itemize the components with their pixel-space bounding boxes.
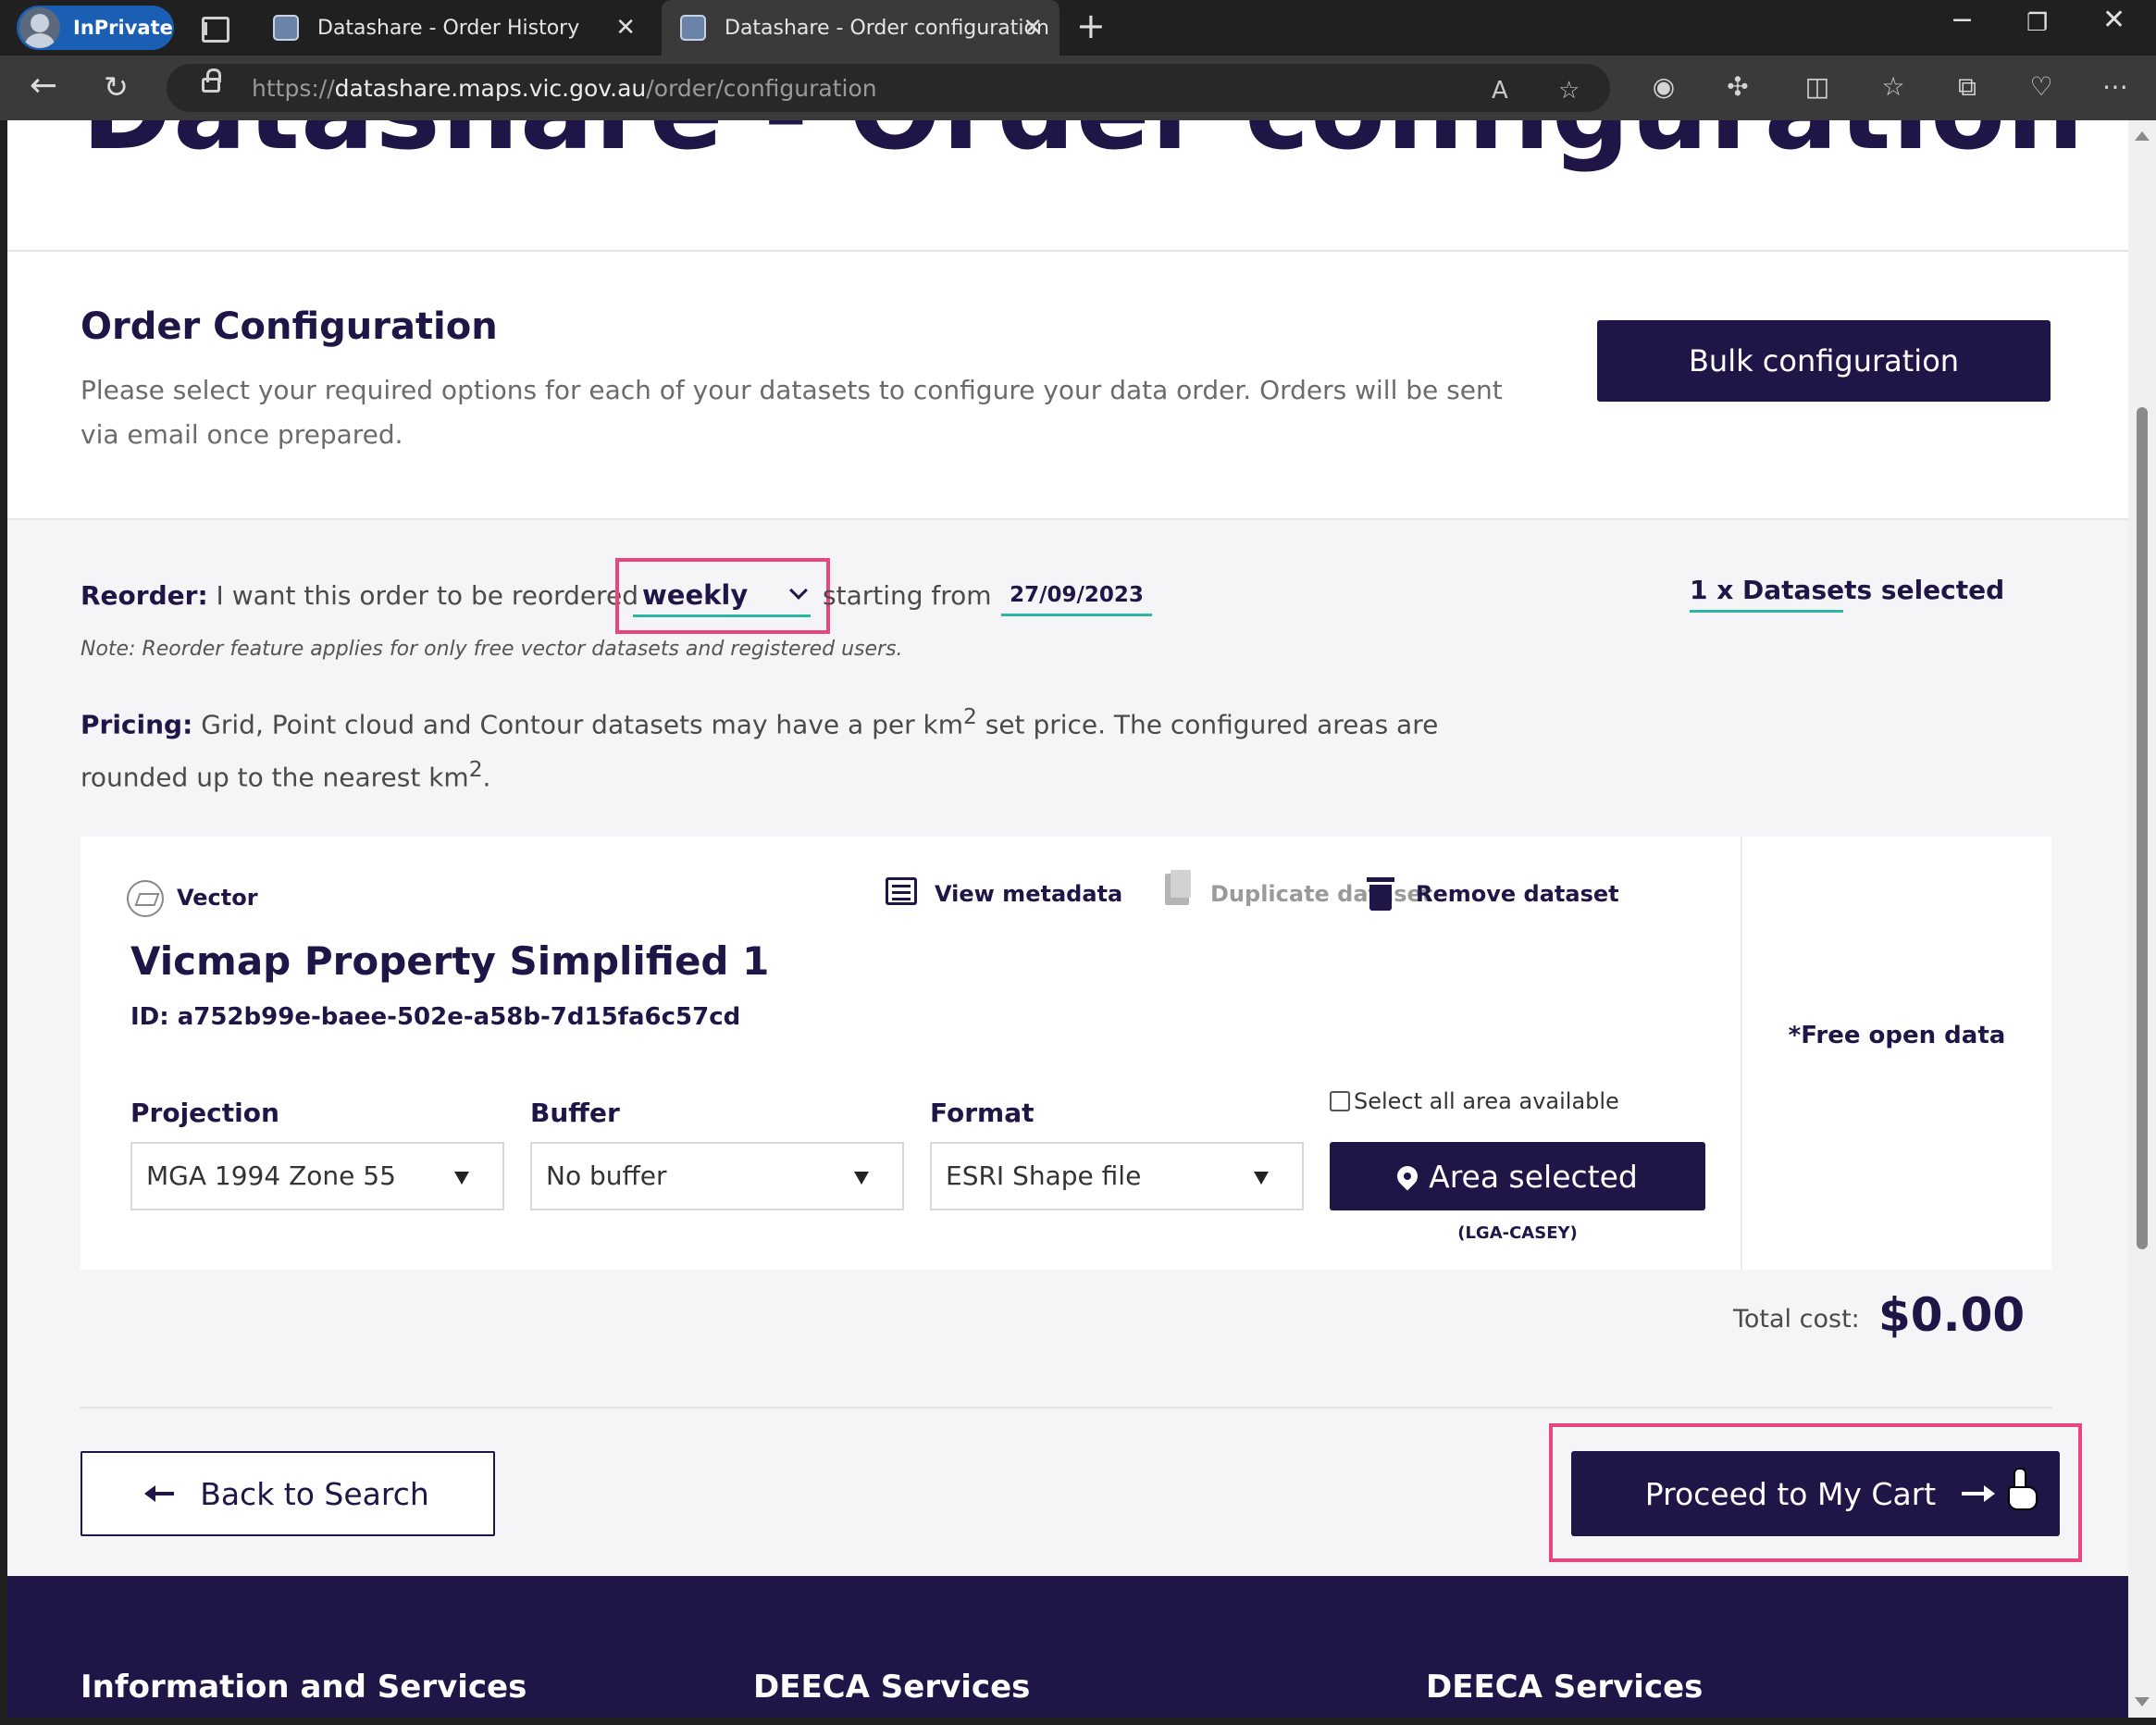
site-footer: Information and Services DEECA Services …	[7, 1576, 2128, 1718]
bulk-configuration-button[interactable]: Bulk configuration	[1597, 320, 2051, 402]
datasets-selected-link[interactable]: 1 x Datasets selected	[1690, 575, 2004, 613]
price-note: *Free open data	[1788, 1022, 2006, 1049]
dropdown-arrow-icon	[454, 1172, 469, 1185]
new-tab-icon[interactable]: +	[1076, 6, 1106, 46]
projection-label: Projection	[130, 1098, 279, 1128]
extensions-icon[interactable]: ✣	[1723, 72, 1753, 102]
favorites-icon[interactable]: ☆	[1878, 72, 1908, 102]
select-all-area-label: Select all area available	[1354, 1088, 1619, 1114]
dropdown-arrow-icon	[1254, 1172, 1269, 1185]
back-to-search-button[interactable]: Back to Search	[81, 1451, 495, 1536]
restore-icon[interactable]: ❐	[2026, 9, 2048, 37]
proceed-to-cart-button[interactable]: Proceed to My Cart	[1571, 1451, 2060, 1536]
tab-title: Datashare - Order configuration	[725, 16, 1049, 40]
profile-avatar-icon	[19, 7, 60, 48]
datashare-favicon-icon	[680, 15, 706, 41]
footer-heading-information: Information and Services	[81, 1669, 527, 1706]
dataset-id: ID: a752b99e-baee-502e-a58b-7d15fa6c57cd	[130, 1003, 741, 1031]
dataset-title: Vicmap Property Simplified 1	[130, 938, 770, 984]
dataset-card: Vector View metadata Duplicate dataset R…	[81, 837, 2051, 1270]
collections-icon[interactable]: ⧉	[1952, 72, 1982, 102]
map-pin-icon	[1393, 1161, 1422, 1191]
section-title: Order Configuration	[81, 305, 498, 348]
reorder-text: Reorder: I want this order to be reorder…	[81, 580, 639, 611]
pricing-text: Pricing: Grid, Point cloud and Contour d…	[81, 703, 1439, 793]
frequency-value: weekly	[642, 579, 749, 611]
total-cost-label: Total cost:	[1733, 1305, 1860, 1334]
lock-icon[interactable]	[202, 68, 221, 93]
buffer-select[interactable]: No buffer	[530, 1142, 904, 1210]
more-options-icon[interactable]: ⋯	[2100, 72, 2130, 102]
chevron-down-icon	[789, 581, 808, 600]
footer-heading-deeca-2: DEECA Services	[1426, 1669, 1704, 1706]
tab-order-history[interactable]: Datashare - Order History ✕	[254, 0, 652, 56]
arrow-left-icon	[144, 1485, 175, 1502]
back-button-label: Back to Search	[200, 1475, 429, 1512]
url-text[interactable]: https://datashare.maps.vic.gov.au/order/…	[252, 75, 877, 102]
url-bar[interactable]: https://datashare.maps.vic.gov.au/order/…	[167, 64, 1610, 112]
vector-icon	[127, 880, 164, 917]
scroll-up-icon[interactable]	[2135, 131, 2150, 141]
format-value: ESRI Shape file	[946, 1160, 1142, 1191]
area-selected-button[interactable]: Area selected	[1330, 1142, 1705, 1210]
buffer-value: No buffer	[546, 1160, 667, 1191]
inprivate-label: InPrivate	[73, 17, 173, 39]
footer-heading-deeca: DEECA Services	[753, 1669, 1031, 1706]
select-all-area-row[interactable]: Select all area available	[1330, 1088, 1619, 1114]
select-all-area-checkbox[interactable]	[1330, 1091, 1350, 1111]
card-divider	[1741, 837, 1742, 1270]
minimize-icon[interactable]: −	[1951, 4, 1974, 36]
password-manager-icon[interactable]: ◉	[1649, 72, 1679, 102]
start-date-field[interactable]: 27/09/2023	[1001, 583, 1152, 616]
buffer-label: Buffer	[530, 1098, 620, 1128]
window-close-icon[interactable]: ✕	[2102, 4, 2125, 36]
back-arrow-icon[interactable]: ←	[30, 67, 57, 105]
inprivate-badge[interactable]: InPrivate	[17, 6, 174, 50]
format-label: Format	[930, 1098, 1035, 1128]
refresh-icon[interactable]: ↻	[104, 69, 129, 105]
total-cost-value: $0.00	[1878, 1288, 2026, 1342]
close-tab-icon[interactable]: ✕	[615, 14, 636, 42]
web-page: Datashare - Order configuration Order Co…	[7, 120, 2128, 1718]
browser-tab-bar: InPrivate Datashare - Order History ✕ Da…	[0, 0, 2156, 56]
format-select[interactable]: ESRI Shape file	[930, 1142, 1304, 1210]
datashare-favicon-icon	[273, 15, 299, 41]
page-scrollbar[interactable]	[2128, 120, 2156, 1718]
favorite-star-icon[interactable]: ☆	[1558, 77, 1580, 105]
scroll-down-icon[interactable]	[2135, 1697, 2150, 1706]
page-title: Datashare - Order configuration	[81, 120, 2085, 174]
tab-actions-icon[interactable]	[199, 13, 229, 43]
trash-icon[interactable]	[1367, 877, 1394, 911]
hand-cursor-icon	[2008, 1468, 2038, 1510]
duplicate-dataset-button[interactable]: Duplicate dataset	[1210, 881, 1432, 907]
duplicate-icon	[1165, 870, 1191, 905]
arrow-right-icon	[1962, 1485, 1996, 1502]
dropdown-arrow-icon	[854, 1172, 869, 1185]
address-toolbar: ← ↻ https://datashare.maps.vic.gov.au/or…	[0, 56, 2156, 120]
tab-order-configuration[interactable]: Datashare - Order configuration ✕	[662, 0, 1059, 56]
tab-title: Datashare - Order History	[317, 16, 580, 40]
dataset-type: Vector	[177, 885, 258, 911]
divider	[7, 250, 2128, 252]
close-tab-icon[interactable]: ✕	[1022, 14, 1043, 42]
remove-dataset-button[interactable]: Remove dataset	[1416, 881, 1619, 907]
split-screen-icon[interactable]: ◫	[1803, 72, 1832, 102]
view-metadata-button[interactable]: View metadata	[935, 881, 1122, 907]
reorder-frequency-select[interactable]: weekly	[633, 577, 811, 617]
proceed-button-label: Proceed to My Cart	[1644, 1475, 1937, 1512]
divider	[81, 1407, 2051, 1409]
area-name: (LGA-CASEY)	[1457, 1223, 1578, 1243]
browser-essentials-icon[interactable]: ♡	[2026, 72, 2056, 102]
read-aloud-icon[interactable]: A	[1492, 77, 1508, 105]
reorder-note: Note: Reorder feature applies for only f…	[81, 638, 903, 661]
section-description: Please select your required options for …	[81, 375, 1503, 450]
projection-select[interactable]: MGA 1994 Zone 55	[130, 1142, 504, 1210]
metadata-list-icon[interactable]	[886, 877, 917, 905]
starting-from-label: starting from	[823, 580, 992, 611]
area-button-label: Area selected	[1429, 1158, 1638, 1195]
projection-value: MGA 1994 Zone 55	[146, 1160, 396, 1191]
scrollbar-thumb[interactable]	[2137, 407, 2148, 1249]
